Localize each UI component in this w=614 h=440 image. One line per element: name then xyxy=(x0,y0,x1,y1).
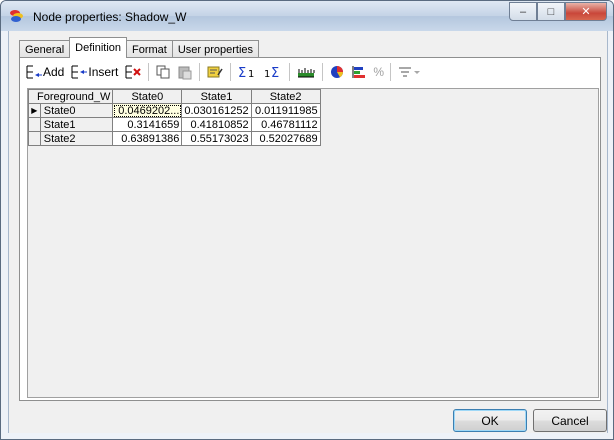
table-cell[interactable]: 0.011911985 xyxy=(250,103,321,118)
randomize-button[interactable] xyxy=(293,61,319,83)
edit-function-button[interactable] xyxy=(203,61,227,83)
tab-label: General xyxy=(25,43,65,56)
table-row: ▶ State0 0.0469202... 0.030161252 0.0119… xyxy=(28,103,321,118)
toolbar: Add Insert Σ 1 1 Σ % xyxy=(22,60,424,84)
filter-icon xyxy=(399,67,421,77)
svg-text:1: 1 xyxy=(264,69,270,80)
toolbar-separator xyxy=(390,63,392,81)
copy-button[interactable] xyxy=(152,61,174,83)
definition-panel: Add Insert Σ 1 1 Σ % Foreground_W State0… xyxy=(19,57,601,401)
tab-format[interactable]: Format xyxy=(126,40,173,58)
minimize-icon: – xyxy=(519,5,527,18)
svg-text:Σ: Σ xyxy=(238,66,246,80)
maximize-button[interactable]: □ xyxy=(537,2,565,21)
paste-button[interactable] xyxy=(174,61,196,83)
toolbar-separator xyxy=(148,63,150,81)
app-icon xyxy=(10,10,23,22)
table-cell[interactable]: 0.63891386 xyxy=(112,131,183,146)
table-row: State1 0.3141659 0.41810852 0.46781112 xyxy=(28,117,321,132)
delete-state-icon xyxy=(125,65,142,79)
paste-icon xyxy=(178,66,192,80)
column-header[interactable]: State2 xyxy=(250,89,321,104)
table-row: State2 0.63891386 0.55173023 0.52027689 xyxy=(28,131,321,146)
probability-table: Foreground_W State0 State1 State2 ▶ Stat… xyxy=(27,89,321,146)
svg-text:Σ: Σ xyxy=(271,66,279,80)
ok-button[interactable]: OK xyxy=(453,409,527,432)
filter-dropdown-button[interactable] xyxy=(394,61,424,83)
row-header[interactable]: State2 xyxy=(39,131,114,146)
insert-label: Insert xyxy=(88,65,119,79)
table-cell[interactable]: 0.3141659 xyxy=(112,117,183,132)
table-cell[interactable]: 0.0469202... xyxy=(112,103,183,118)
table-cell[interactable]: 0.030161252 xyxy=(181,103,252,118)
column-header[interactable]: State0 xyxy=(112,89,183,104)
table-cell[interactable]: 0.55173023 xyxy=(181,131,252,146)
bar-chart-icon xyxy=(352,66,366,78)
toolbar-separator xyxy=(322,63,324,81)
complement-button[interactable]: 1Σ xyxy=(260,61,286,83)
table-cell[interactable]: 0.41810852 xyxy=(181,117,252,132)
current-row-indicator-icon: ▶ xyxy=(28,103,41,118)
add-state-icon xyxy=(26,65,42,79)
add-button[interactable]: Add xyxy=(22,61,67,83)
probability-table-area: Foreground_W State0 State1 State2 ▶ Stat… xyxy=(27,88,599,398)
pie-view-button[interactable] xyxy=(326,61,348,83)
table-cell[interactable]: 0.46781112 xyxy=(250,117,321,132)
table-cell[interactable]: 0.52027689 xyxy=(250,131,321,146)
row-header[interactable]: State0 xyxy=(39,103,114,118)
toolbar-separator xyxy=(230,63,232,81)
tab-user-properties[interactable]: User properties xyxy=(171,40,260,58)
table-corner-header: Foreground_W xyxy=(27,89,114,104)
row-indicator xyxy=(28,117,41,132)
toolbar-separator xyxy=(289,63,291,81)
tab-label: Format xyxy=(132,43,167,56)
svg-text:1: 1 xyxy=(248,69,254,80)
cancel-button[interactable]: Cancel xyxy=(533,409,607,432)
insert-button[interactable]: Insert xyxy=(67,61,121,83)
edit-function-icon xyxy=(207,66,223,78)
close-icon: ✕ xyxy=(581,6,591,18)
node-properties-window: Node properties: Shadow_W – □ ✕ General … xyxy=(0,0,614,440)
column-header[interactable]: State1 xyxy=(181,89,252,104)
tab-general[interactable]: General xyxy=(19,40,71,58)
add-label: Add xyxy=(43,65,65,79)
row-indicator xyxy=(28,131,41,146)
copy-icon xyxy=(156,65,170,79)
toolbar-separator xyxy=(199,63,201,81)
window-title: Node properties: Shadow_W xyxy=(33,10,187,24)
maximize-icon: □ xyxy=(547,5,555,18)
tab-definition[interactable]: Definition xyxy=(69,37,127,58)
tab-label: Definition xyxy=(75,42,121,54)
title-bar[interactable]: Node properties: Shadow_W – □ ✕ xyxy=(1,1,613,31)
sigma-one-icon: Σ1 xyxy=(238,66,254,80)
insert-state-icon xyxy=(71,65,88,79)
scale-icon xyxy=(298,68,315,78)
percent-button[interactable]: % xyxy=(370,61,387,83)
dialog-client: General Definition Format User propertie… xyxy=(8,31,608,433)
pie-chart-icon xyxy=(331,66,344,78)
minimize-button[interactable]: – xyxy=(509,2,537,21)
one-minus-sigma-icon: 1Σ xyxy=(264,66,279,80)
close-button[interactable]: ✕ xyxy=(565,2,607,21)
tab-strip: General Definition Format User propertie… xyxy=(19,37,260,58)
percent-icon: % xyxy=(373,65,385,79)
row-header[interactable]: State1 xyxy=(39,117,114,132)
normalize-button[interactable]: Σ1 xyxy=(234,61,260,83)
delete-state-button[interactable] xyxy=(121,61,145,83)
table-header-row: Foreground_W State0 State1 State2 xyxy=(27,89,321,104)
tab-label: User properties xyxy=(177,43,254,56)
bar-view-button[interactable] xyxy=(348,61,370,83)
